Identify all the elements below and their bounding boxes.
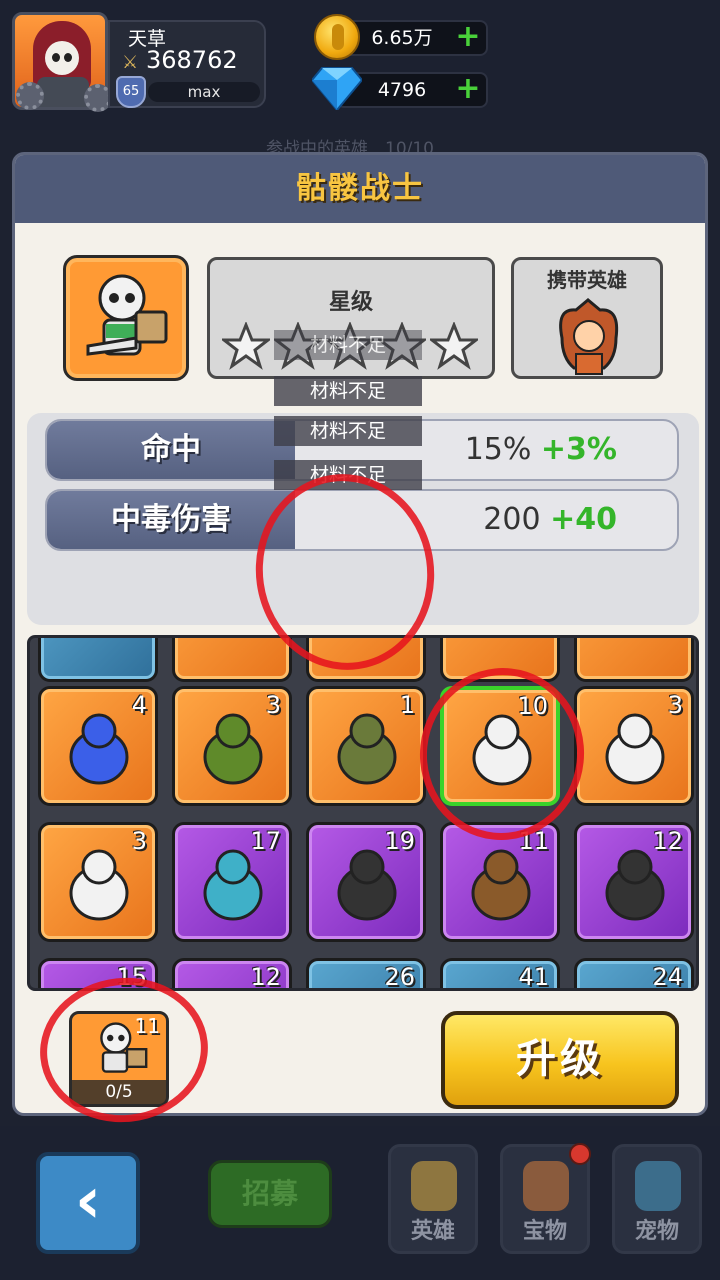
nav-pet-label: 宠物	[634, 1219, 679, 1244]
toast-message: 材料不足	[274, 376, 422, 406]
chevron-left-icon: ‹	[74, 1164, 102, 1238]
treasure-icon	[523, 1161, 569, 1211]
avatar-body	[37, 77, 89, 107]
nav-hero[interactable]: 英雄	[388, 1144, 478, 1254]
add-gold-button[interactable]: +	[454, 22, 482, 52]
material-tile[interactable]: 19	[306, 822, 426, 942]
nav-hero-label: 英雄	[410, 1219, 455, 1244]
fish-monster-icon	[203, 849, 263, 921]
stat-increase: +40	[550, 502, 617, 537]
gem-value: 4796	[377, 79, 427, 101]
tile-count: 17	[250, 827, 281, 855]
material-tile[interactable]: 41	[440, 958, 560, 991]
material-tile[interactable]: 3	[574, 686, 694, 806]
notification-dot	[569, 1143, 591, 1165]
stat-value: 200 +40	[483, 502, 617, 537]
material-tile[interactable]	[172, 638, 292, 682]
material-tile[interactable]: 26	[306, 958, 426, 991]
crow-icon	[605, 849, 665, 921]
material-tile[interactable]: 3	[172, 686, 292, 806]
stat-value: 15% +3%	[464, 432, 617, 467]
material-tile[interactable]: 12	[574, 822, 694, 942]
zombie-icon	[337, 713, 397, 785]
modal-header: 骷髅战士	[15, 155, 705, 223]
tile-count: 3	[131, 827, 147, 855]
material-tile[interactable]: 1	[306, 686, 426, 806]
nav-treasure[interactable]: 宝物	[500, 1143, 591, 1254]
star-label: 星级	[328, 290, 373, 315]
tile-count: 12	[652, 827, 683, 855]
tile-count: 26	[384, 963, 415, 991]
star-rating-panel: 星级	[207, 257, 495, 379]
level-shield-icon: 65	[116, 76, 146, 108]
stat-name: 中毒伤害	[47, 491, 295, 549]
carry-hero-label: 携带英雄	[547, 268, 627, 292]
modal-title: 骷髅战士	[296, 171, 424, 206]
fox-girl-hero-icon	[559, 298, 619, 375]
exp-bar: max	[148, 82, 260, 102]
crossed-swords-icon: ⚔	[122, 52, 139, 73]
diamond-icon	[312, 67, 362, 110]
tile-count: 1	[399, 691, 415, 719]
skeleton-axe-icon	[69, 849, 129, 921]
bottom-bar: ‹ 招募 英雄 宝物 宠物	[0, 1126, 720, 1280]
nav-pet[interactable]: 宠物	[612, 1144, 702, 1254]
material-grid[interactable]: 4 3 1 10 3 3 17 19 11 12 15 12 26 41 24	[27, 635, 699, 991]
material-tile[interactable]: 24	[574, 958, 694, 991]
pet-icon	[635, 1161, 681, 1211]
star-icon	[430, 322, 478, 370]
tile-count: 4	[131, 691, 147, 719]
upgrade-button[interactable]: 升级	[441, 1011, 679, 1109]
star-icon	[222, 322, 270, 370]
settings-gear-icon[interactable]	[16, 82, 44, 110]
hero-portrait-card[interactable]	[63, 255, 189, 381]
carry-hero-panel[interactable]: 携带英雄	[511, 257, 663, 379]
scorpion-icon	[337, 849, 397, 921]
stat-increase: +3%	[540, 432, 617, 467]
top-bar: 天草 ⚔ 368762 65 max 6.65万 + 4796 +	[0, 0, 720, 130]
tile-count: 41	[518, 963, 549, 991]
toast-message: 材料不足	[274, 330, 422, 360]
gold-value: 6.65万	[371, 27, 433, 49]
tile-count: 3	[265, 691, 281, 719]
user-info-panel: 天草 ⚔ 368762 65 max	[108, 20, 266, 108]
green-dragon-icon	[203, 713, 263, 785]
tile-count: 24	[652, 963, 683, 991]
treant-icon	[471, 849, 531, 921]
material-tile[interactable]: 4	[38, 686, 158, 806]
add-gem-button[interactable]: +	[454, 74, 482, 104]
tile-count: 3	[667, 691, 683, 719]
toast-message: 材料不足	[274, 416, 422, 446]
recruit-button[interactable]: 招募	[208, 1160, 332, 1228]
hero-icon	[411, 1161, 457, 1211]
material-tile[interactable]	[38, 638, 158, 682]
material-tile[interactable]: 12	[172, 958, 292, 991]
skeleton-archer-icon	[605, 713, 665, 785]
skeleton-warrior-icon	[86, 274, 168, 356]
skull-face	[45, 41, 79, 75]
tile-count: 19	[384, 827, 415, 855]
gold-coin-icon	[314, 14, 360, 60]
material-tile[interactable]	[574, 638, 694, 682]
nav-treasure-label: 宝物	[522, 1219, 567, 1244]
material-tile[interactable]: 3	[38, 822, 158, 942]
blue-slime-icon	[69, 713, 129, 785]
stat-name: 命中	[47, 421, 295, 479]
tile-count: 12	[250, 963, 281, 991]
material-tile[interactable]: 17	[172, 822, 292, 942]
player-power: 368762	[146, 46, 238, 74]
back-button[interactable]: ‹	[36, 1152, 140, 1254]
